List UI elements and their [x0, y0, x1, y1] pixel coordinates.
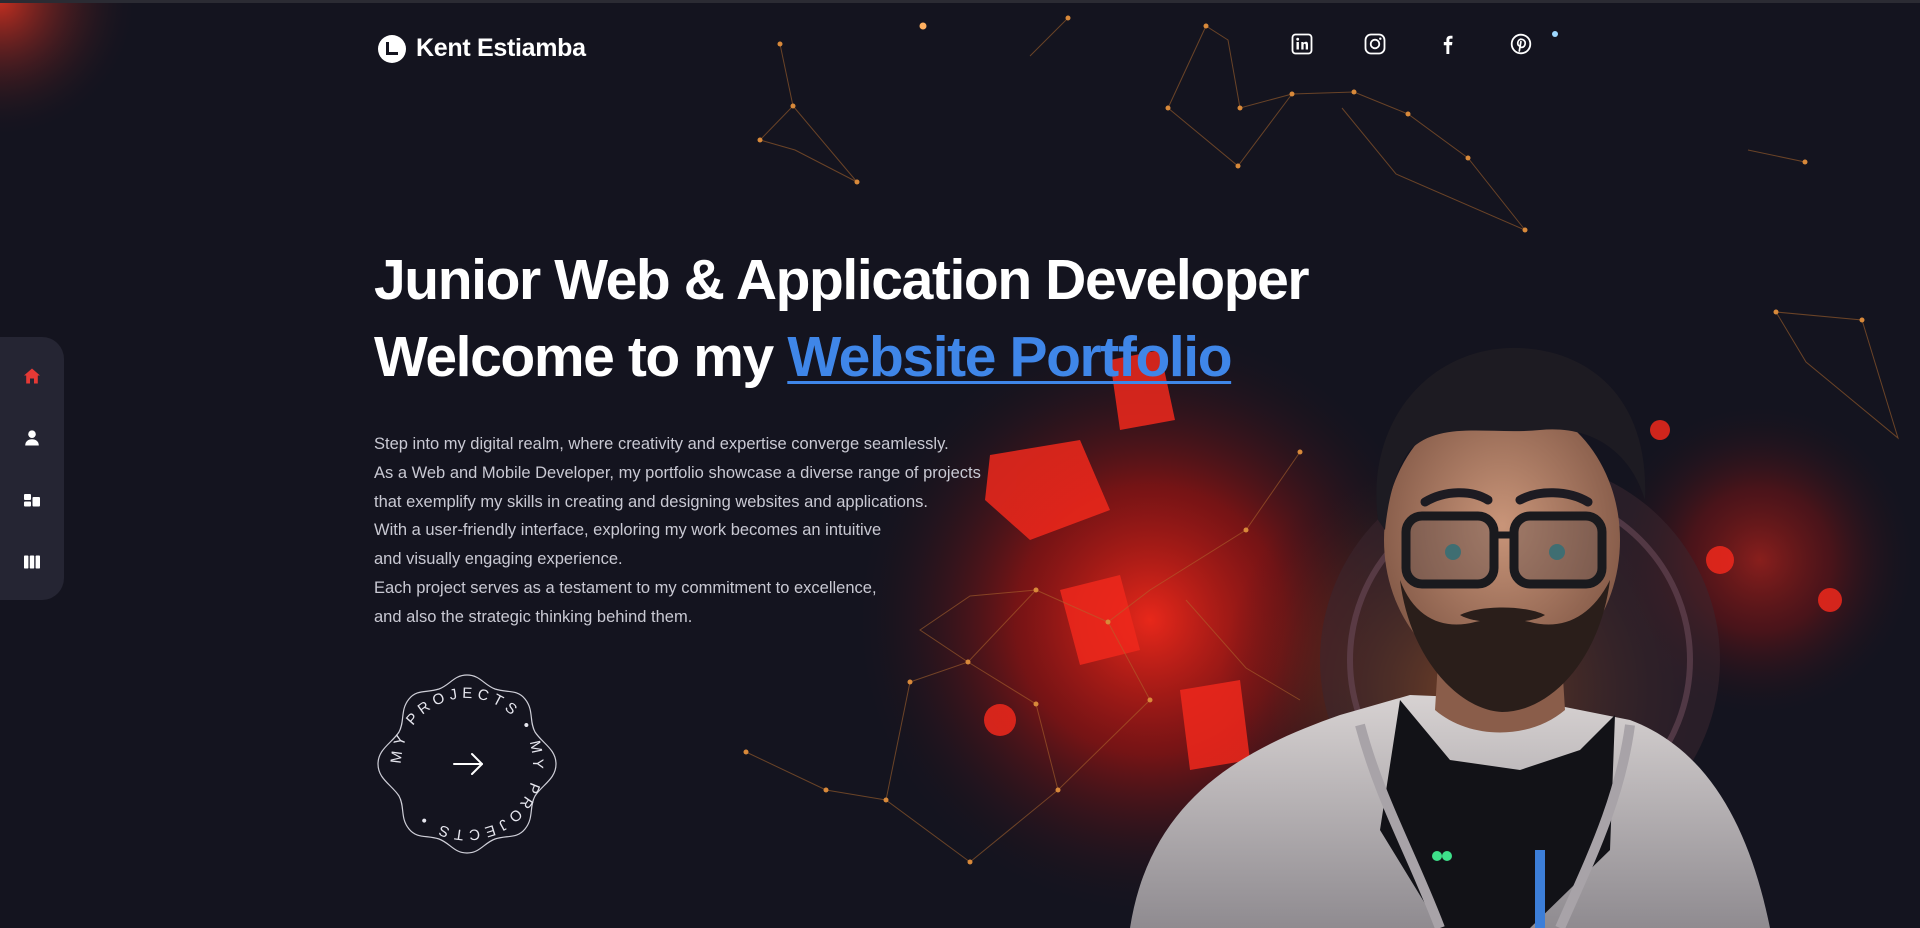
description-line: With a user-friendly interface, explorin…	[374, 521, 882, 540]
description-line: Each project serves as a testament to my…	[374, 578, 877, 597]
nav-home[interactable]	[20, 364, 44, 388]
headline-prefix: Welcome to my	[374, 325, 788, 389]
intro-description: Step into my digital realm, where creati…	[374, 430, 1014, 632]
side-navigation	[0, 337, 64, 600]
description-line: As a Web and Mobile Developer, my portfo…	[374, 463, 981, 482]
brand[interactable]: Kent Estiamba	[378, 34, 586, 63]
instagram-icon[interactable]	[1363, 32, 1387, 56]
facebook-icon[interactable]	[1436, 32, 1460, 56]
my-projects-button[interactable]: MY PROJECTS • MY PROJECTS •	[374, 671, 560, 857]
my-projects-badge: MY PROJECTS • MY PROJECTS •	[377, 674, 557, 854]
description-line: Step into my digital realm, where creati…	[374, 435, 949, 453]
user-icon	[25, 429, 39, 445]
window-top-edge	[0, 0, 1920, 3]
nav-about[interactable]	[20, 426, 44, 450]
headline-line-1: Junior Web & Application Developer	[374, 248, 1310, 312]
arrow-right-icon	[453, 753, 483, 775]
library-icon	[24, 555, 40, 568]
nav-projects[interactable]	[20, 488, 44, 512]
description-line: that exemplify my skills in creating and…	[374, 492, 928, 511]
home-icon	[24, 368, 40, 383]
description-line: and also the strategic thinking behind t…	[374, 607, 693, 626]
projects-icon	[24, 493, 40, 506]
brand-logo-icon	[378, 34, 406, 63]
description-line: and visually engaging experience.	[374, 550, 623, 569]
linkedin-icon[interactable]	[1290, 32, 1314, 56]
developer-portrait	[1110, 330, 1790, 928]
pinterest-icon[interactable]	[1509, 32, 1533, 56]
social-links	[1290, 32, 1533, 56]
avatar-illustration	[1130, 347, 1770, 928]
nav-library[interactable]	[20, 550, 44, 574]
brand-name: Kent Estiamba	[416, 34, 586, 62]
